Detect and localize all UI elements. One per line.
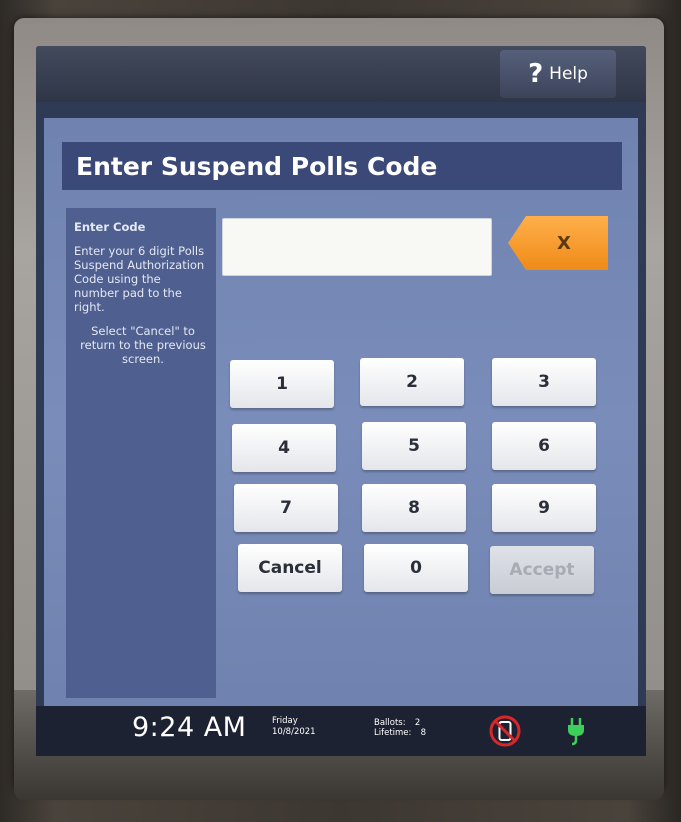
key-9[interactable]: 9 xyxy=(492,484,596,532)
date-label: 10/8/2021 xyxy=(272,727,316,737)
no-phone-icon xyxy=(489,715,521,747)
power-plug-icon xyxy=(568,718,584,746)
question-mark-icon: ? xyxy=(528,59,544,89)
title-bar: Enter Suspend Polls Code xyxy=(62,142,622,190)
key-8[interactable]: 8 xyxy=(362,484,466,532)
key-3[interactable]: 3 xyxy=(492,358,596,406)
key-6[interactable]: 6 xyxy=(492,422,596,470)
key-0[interactable]: 0 xyxy=(364,544,468,592)
lifetime-label: Lifetime: xyxy=(374,728,412,738)
day-label: Friday xyxy=(272,716,298,726)
instruction-panel: Enter Code Enter your 6 digit Polls Susp… xyxy=(66,208,216,698)
cancel-hint-text: Select "Cancel" to return to the previou… xyxy=(80,324,206,366)
key-4[interactable]: 4 xyxy=(232,424,336,472)
key-2[interactable]: 2 xyxy=(360,358,464,406)
status-bar: 9:24 AM Friday 10/8/2021 Ballots: 2 Life… xyxy=(36,706,646,756)
code-input[interactable] xyxy=(222,218,492,276)
ballot-counts: Ballots: 2 Lifetime: 8 xyxy=(374,718,426,738)
lifetime-value: 8 xyxy=(420,728,427,738)
date-display: Friday 10/8/2021 xyxy=(272,716,316,738)
top-bar: ? Help xyxy=(36,46,646,102)
clock: 9:24 AM xyxy=(132,712,247,743)
instruction-text: Enter your 6 digit Polls Suspend Authori… xyxy=(74,244,205,314)
key-7[interactable]: 7 xyxy=(234,484,338,532)
key-1[interactable]: 1 xyxy=(230,360,334,408)
clear-label: X xyxy=(557,232,571,254)
clear-button[interactable]: X xyxy=(508,216,608,270)
ballots-label: Ballots: xyxy=(374,718,406,728)
accept-button[interactable]: Accept xyxy=(490,546,594,594)
ballots-value: 2 xyxy=(414,718,421,728)
help-button[interactable]: ? Help xyxy=(500,50,616,98)
key-5[interactable]: 5 xyxy=(362,422,466,470)
help-label: Help xyxy=(549,64,588,84)
instruction-heading: Enter Code xyxy=(74,220,146,234)
page-title: Enter Suspend Polls Code xyxy=(76,151,438,181)
cancel-button[interactable]: Cancel xyxy=(238,544,342,592)
